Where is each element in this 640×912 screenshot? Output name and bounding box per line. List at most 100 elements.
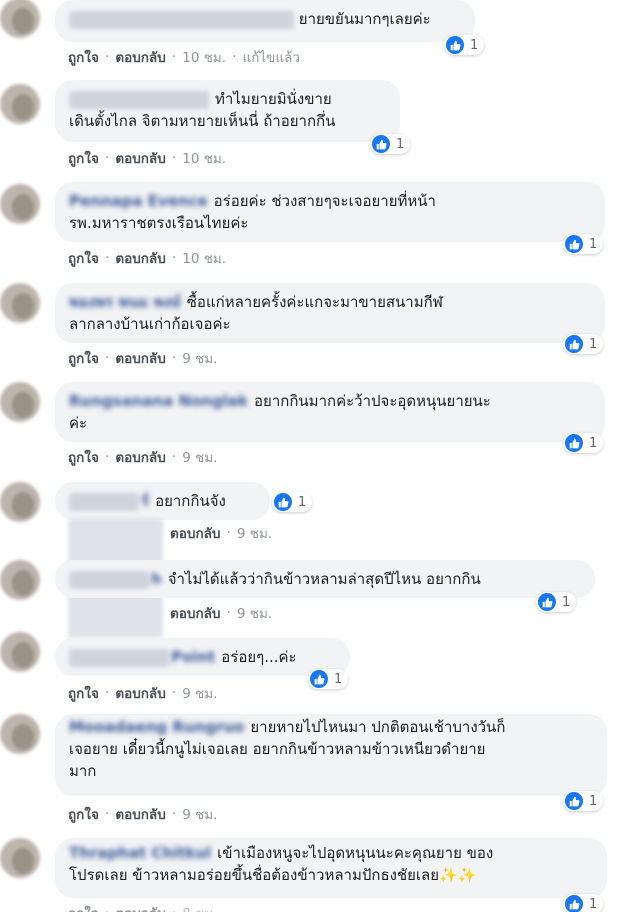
separator: · bbox=[104, 806, 110, 822]
timestamp[interactable]: 9 ชม. bbox=[182, 803, 217, 825]
separator: · bbox=[104, 685, 110, 701]
timestamp[interactable]: 9 ชม. bbox=[182, 682, 217, 704]
like-link[interactable]: ถูกใจ bbox=[68, 46, 99, 68]
thumbs-up-icon bbox=[446, 36, 464, 54]
timestamp[interactable]: 9 ชม. bbox=[237, 602, 272, 624]
comment-actions: ถูกใจ · ตอบกลับ · 10 ชม. bbox=[68, 247, 226, 269]
author-name[interactable]: h bbox=[151, 568, 162, 590]
thumbs-up-icon bbox=[565, 235, 583, 253]
reaction-count[interactable]: 1 bbox=[563, 234, 604, 254]
author-name-redacted[interactable] bbox=[69, 90, 209, 109]
timestamp[interactable]: 10 ชม. bbox=[182, 247, 226, 269]
comment-text-line: ทำไมยายมินั่งขาย bbox=[215, 90, 332, 108]
reply-link[interactable]: ตอบกลับ bbox=[115, 803, 165, 825]
avatar[interactable] bbox=[0, 84, 40, 124]
reaction-count[interactable]: 1 bbox=[308, 669, 349, 689]
comment-actions: ตอบกลับ · 9 ชม. bbox=[170, 602, 272, 624]
reaction-number: 1 bbox=[589, 336, 598, 352]
comment-text: อยากกินจัง bbox=[155, 492, 226, 510]
separator: · bbox=[171, 685, 177, 701]
avatar[interactable] bbox=[0, 838, 40, 878]
reply-link[interactable]: ตอบกลับ bbox=[115, 147, 165, 169]
avatar[interactable] bbox=[0, 482, 40, 522]
avatar[interactable] bbox=[0, 283, 40, 323]
reaction-count[interactable]: 1 bbox=[563, 334, 604, 354]
author-name[interactable]: ร์ bbox=[141, 490, 149, 512]
reaction-number: 1 bbox=[589, 793, 598, 809]
comment-bubble: Point อร่อยๆ...ค่ะ bbox=[55, 638, 350, 676]
like-link[interactable]: ถูกใจ bbox=[68, 147, 99, 169]
separator: · bbox=[226, 605, 231, 621]
reaction-number: 1 bbox=[470, 37, 479, 53]
author-name-redacted[interactable] bbox=[69, 648, 169, 667]
reaction-number: 1 bbox=[589, 236, 598, 252]
author-name-redacted[interactable] bbox=[69, 10, 294, 29]
author-name[interactable]: Rungsanana Nonglak bbox=[69, 390, 248, 412]
comment-text-line: รพ.มหาราชตรงเรือนไทยค่ะ bbox=[69, 214, 249, 232]
comment-text-line: ลากลางบ้านเก่าก้อเจอค่ะ bbox=[69, 315, 231, 333]
avatar[interactable] bbox=[0, 0, 40, 38]
separator: · bbox=[171, 150, 177, 166]
reply-link[interactable]: ตอบกลับ bbox=[115, 682, 165, 704]
reaction-count[interactable]: 1 bbox=[563, 433, 604, 453]
reaction-count[interactable]: 1 bbox=[563, 894, 604, 912]
avatar[interactable] bbox=[0, 382, 40, 422]
comment-actions: ตอบกลับ · 9 ชม. bbox=[170, 522, 272, 544]
avatar[interactable] bbox=[0, 714, 40, 754]
reply-link[interactable]: ตอบกลับ bbox=[115, 46, 165, 68]
author-name[interactable]: Mooadaeng Rungruo bbox=[69, 716, 244, 738]
comment-actions: ถูกใจ · ตอบกลับ · 10 ชม. · แก้ไขแล้ว bbox=[68, 46, 300, 68]
timestamp[interactable]: 9 ชม. bbox=[237, 522, 272, 544]
avatar[interactable] bbox=[0, 560, 40, 600]
comment-bubble: Thraphat Chitkul เข้าเมืองหนูจะไปอุดหนุนน… bbox=[55, 838, 607, 898]
author-name-redacted[interactable] bbox=[69, 492, 139, 511]
reply-link[interactable]: ตอบกลับ bbox=[170, 522, 220, 544]
like-link[interactable]: ถูกใจ bbox=[68, 682, 99, 704]
timestamp[interactable]: 8 ชม. bbox=[182, 902, 217, 912]
reaction-count[interactable]: 1 bbox=[444, 35, 485, 55]
comment-bubble: Mooadaeng Rungruo ยายหายไปไหนมา ปกติตอนเช… bbox=[55, 714, 607, 796]
comment-text-line: ยายหายไปไหนมา ปกติตอนเช้าบางวันก็ bbox=[250, 718, 506, 736]
like-link[interactable]: ถูกใจ bbox=[68, 347, 99, 369]
reply-link[interactable]: ตอบกลับ bbox=[115, 247, 165, 269]
reply-link[interactable]: ตอบกลับ bbox=[170, 602, 220, 624]
reply-link[interactable]: ตอบกลับ bbox=[115, 446, 165, 468]
author-name[interactable]: Point bbox=[171, 646, 215, 668]
reaction-count[interactable]: 1 bbox=[563, 791, 604, 811]
thumbs-up-icon bbox=[565, 335, 583, 353]
timestamp[interactable]: 9 ชม. bbox=[182, 446, 217, 468]
like-link[interactable]: ถูกใจ bbox=[68, 247, 99, 269]
comment-actions: ถูกใจ · ตอบกลับ · 9 ชม. bbox=[68, 682, 217, 704]
thumbs-up-icon bbox=[538, 593, 556, 611]
separator: · bbox=[171, 806, 177, 822]
reaction-number: 1 bbox=[589, 896, 598, 912]
author-name[interactable]: Pennapa Evence bbox=[69, 190, 208, 212]
sparkles-icon: ✨✨ bbox=[439, 866, 477, 884]
separator: · bbox=[104, 150, 110, 166]
like-link[interactable]: ถูกใจ bbox=[68, 803, 99, 825]
comment-text-segment: โปรดเลย ข้าวหลามอร่อยขึ้นชื่อต้องข้าวหลา… bbox=[69, 866, 440, 884]
timestamp[interactable]: 10 ชม. bbox=[182, 46, 226, 68]
reaction-count[interactable]: 1 bbox=[536, 592, 577, 612]
reaction-count[interactable]: 1 bbox=[272, 492, 313, 512]
avatar[interactable] bbox=[0, 184, 40, 224]
author-name[interactable]: Thraphat Chitkul bbox=[69, 842, 211, 864]
comment-bubble: พองพร พนม พงษ์ ซื้อแก่หลายครั้งค่ะแกจะมาข… bbox=[55, 283, 605, 343]
like-link[interactable]: ถูกใจ bbox=[68, 902, 99, 912]
author-name[interactable]: พองพร พนม พงษ์ bbox=[69, 291, 181, 313]
like-link[interactable]: ถูกใจ bbox=[68, 446, 99, 468]
reply-link[interactable]: ตอบกลับ bbox=[115, 347, 165, 369]
reply-link[interactable]: ตอบกลับ bbox=[115, 902, 165, 912]
separator: · bbox=[172, 905, 176, 912]
reaction-number: 1 bbox=[396, 136, 405, 152]
separator: · bbox=[171, 350, 177, 366]
comment-text: อร่อยๆ...ค่ะ bbox=[221, 648, 297, 666]
separator: · bbox=[104, 350, 110, 366]
reaction-count[interactable]: 1 bbox=[370, 134, 411, 154]
timestamp[interactable]: 10 ชม. bbox=[182, 147, 226, 169]
comment-actions: ถูกใจ · ตอบกลับ · 9 ชม. bbox=[68, 347, 217, 369]
thumbs-up-icon bbox=[565, 434, 583, 452]
timestamp[interactable]: 9 ชม. bbox=[182, 347, 217, 369]
author-name-redacted[interactable] bbox=[69, 570, 149, 589]
avatar[interactable] bbox=[0, 632, 40, 672]
